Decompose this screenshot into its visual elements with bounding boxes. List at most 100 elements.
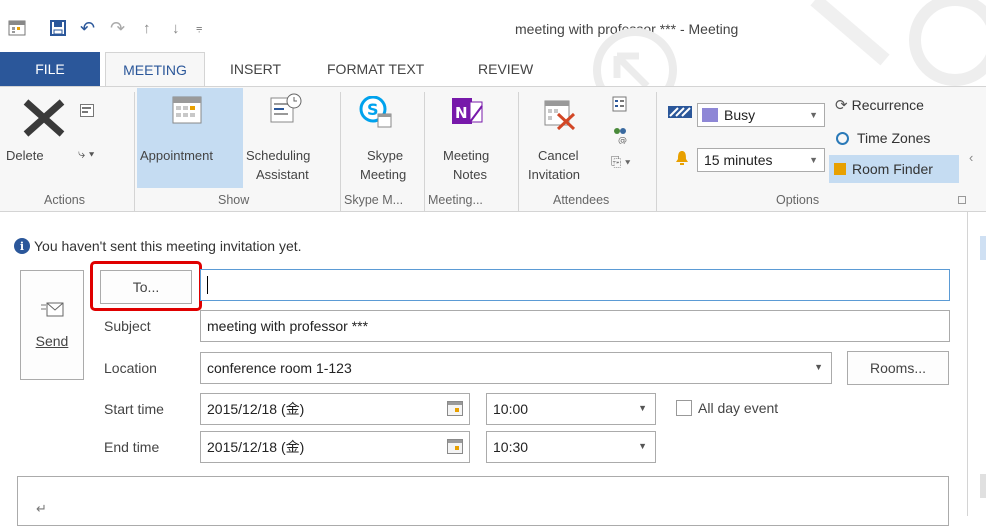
group-label-options: Options [776, 193, 820, 207]
calendar-icon[interactable] [447, 401, 463, 416]
start-date-field[interactable]: 2015/12/18 (金) [200, 393, 470, 425]
recurrence-icon: ⟳ [835, 97, 848, 114]
to-field[interactable] [200, 269, 950, 301]
reminder-value: 15 minutes [704, 152, 773, 168]
location-label: Location [104, 360, 157, 376]
recurrence-label: Recurrence [851, 97, 924, 113]
svg-text:S: S [367, 100, 379, 119]
chevron-down-icon: ▼ [814, 362, 823, 372]
show-as-icon [668, 106, 692, 121]
save-icon[interactable] [50, 20, 66, 36]
message-body-editor[interactable]: ↵ [17, 476, 949, 526]
start-time-value: 10:00 [493, 401, 529, 417]
subject-label: Subject [104, 318, 151, 334]
all-day-label[interactable]: All day event [698, 400, 778, 416]
delete-button[interactable]: Delete [6, 146, 44, 166]
group-label-show: Show [218, 193, 250, 207]
skype-icon[interactable]: S [358, 95, 392, 131]
chevron-down-icon: ▼ [638, 441, 647, 451]
envelope-icon [41, 302, 64, 317]
chevron-down-icon: ▼ [809, 155, 818, 165]
group-separator [134, 92, 135, 212]
group-label-actions: Actions [44, 193, 85, 207]
send-button[interactable]: Send [20, 270, 84, 380]
header-watermark-icon [593, 0, 986, 95]
side-pane-tab[interactable] [980, 236, 986, 260]
room-finder-button[interactable]: Room Finder [834, 161, 933, 177]
show-as-dropdown[interactable]: Busy ▼ [697, 103, 825, 127]
group-separator [340, 92, 341, 212]
side-pane-divider [967, 212, 968, 516]
ribbon-overflow-icon[interactable]: ‹ [969, 150, 973, 165]
end-date-field[interactable]: 2015/12/18 (金) [200, 431, 470, 463]
reminder-bell-icon [676, 150, 688, 169]
time-zones-button[interactable]: Time Zones [836, 130, 930, 146]
group-separator [518, 92, 519, 212]
up-arrow-icon[interactable]: ↑ [143, 20, 151, 37]
group-label-meeting: Meeting... [428, 193, 483, 207]
recurrence-button[interactable]: ⟳ Recurrence [835, 96, 924, 114]
meeting-notes-label-1[interactable]: Meeting [443, 146, 489, 166]
info-text: You haven't sent this meeting invitation… [34, 238, 302, 254]
tab-file[interactable]: FILE [0, 52, 100, 86]
info-icon: i [14, 238, 30, 254]
subject-field[interactable]: meeting with professor *** [200, 310, 950, 342]
meeting-notes-label-2[interactable]: Notes [453, 165, 487, 185]
text-cursor [207, 276, 208, 294]
callout-highlight-box [90, 261, 202, 311]
skype-meeting-label-2[interactable]: Meeting [360, 165, 406, 185]
paragraph-mark: ↵ [36, 501, 47, 516]
forward-icon[interactable]: ⤷ ▾ [78, 146, 94, 162]
tab-insert[interactable]: INSERT [230, 52, 281, 86]
end-time-field[interactable]: 10:30 ▼ [486, 431, 656, 463]
start-time-field[interactable]: 10:00 ▼ [486, 393, 656, 425]
scheduling-assistant-icon[interactable] [270, 92, 302, 127]
skype-meeting-label-1[interactable]: Skype [367, 146, 403, 166]
rooms-button[interactable]: Rooms... [847, 351, 949, 385]
scheduling-assistant-label-2[interactable]: Assistant [256, 165, 309, 185]
globe-icon [836, 131, 849, 145]
tab-meeting[interactable]: MEETING [105, 52, 205, 87]
end-time-value: 10:30 [493, 439, 529, 455]
room-finder-label: Room Finder [852, 161, 933, 177]
redo-icon[interactable]: ↷ [110, 18, 125, 38]
location-field[interactable]: conference room 1-123 ▼ [200, 352, 832, 384]
down-arrow-icon[interactable]: ↓ [172, 20, 180, 37]
room-finder-icon [834, 163, 846, 175]
group-separator [656, 92, 657, 212]
response-options-icon[interactable]: ⎘ ▾ [611, 154, 630, 170]
start-time-label: Start time [104, 401, 164, 417]
chevron-down-icon: ▼ [809, 110, 818, 120]
tab-format-text[interactable]: FORMAT TEXT [327, 52, 424, 86]
calendar-icon[interactable] [447, 439, 463, 454]
end-date-value: 2015/12/18 (金) [207, 439, 305, 455]
all-day-checkbox[interactable] [676, 400, 692, 416]
appointment-button[interactable]: Appointment [140, 146, 213, 166]
check-names-icon[interactable]: @ [612, 126, 630, 147]
group-separator [424, 92, 425, 212]
group-label-attendees: Attendees [553, 193, 610, 207]
cancel-invitation-label-1[interactable]: Cancel [538, 146, 578, 166]
cancel-invitation-icon[interactable] [544, 100, 576, 133]
group-label-skype: Skype M... [344, 193, 404, 207]
cancel-invitation-label-2[interactable]: Invitation [528, 165, 580, 185]
side-pane-tab-lower[interactable] [980, 474, 986, 498]
appointment-icon[interactable] [172, 96, 202, 127]
start-date-value: 2015/12/18 (金) [207, 401, 305, 417]
svg-text:N: N [455, 104, 468, 122]
undo-icon[interactable]: ↶ [80, 18, 95, 38]
scheduling-assistant-label-1[interactable]: Scheduling [246, 146, 310, 166]
location-value: conference room 1-123 [207, 360, 352, 376]
info-bar: i You haven't sent this meeting invitati… [14, 238, 302, 254]
customize-qat-icon[interactable]: ⩦ [196, 20, 202, 36]
ignore-icon[interactable] [80, 104, 96, 121]
outlook-calendar-icon [8, 20, 26, 36]
time-zones-label: Time Zones [857, 130, 931, 146]
address-book-icon[interactable] [612, 96, 628, 115]
reminder-dropdown[interactable]: 15 minutes ▼ [697, 148, 825, 172]
dialog-launcher-icon[interactable] [958, 196, 966, 204]
delete-icon[interactable] [22, 98, 68, 141]
tab-review[interactable]: REVIEW [478, 52, 533, 86]
svg-text:@: @ [618, 136, 627, 144]
onenote-icon[interactable]: N [452, 96, 484, 131]
